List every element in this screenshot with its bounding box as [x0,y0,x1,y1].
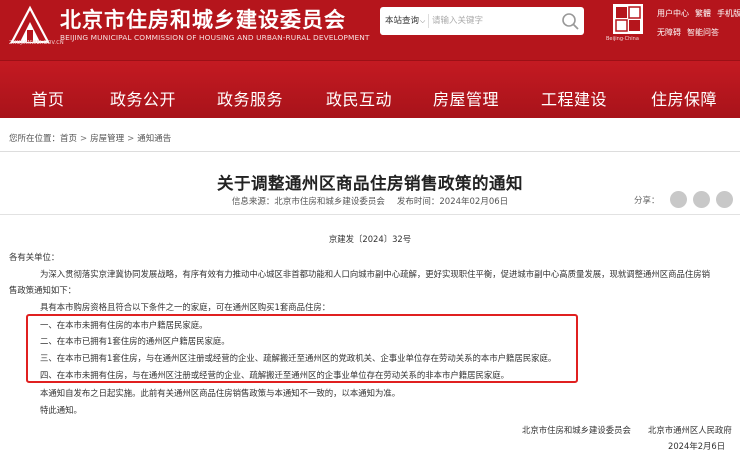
main-nav: 首页 政务公开 政务服务 政民互动 房屋管理 工程建设 住房保障 [0,60,740,118]
condition-item-4: 四、在本市未拥有住房，与在通州区注册或经营的企业、疏解搬迁至通州区的企事业单位存… [40,370,509,380]
condition-item-1: 一、在本市未拥有住房的本市户籍居民家庭。 [40,320,208,330]
smart-qa-link[interactable]: 智能问答 [687,28,719,37]
article-rule [0,214,740,215]
signer-housing-commission: 北京市住房和城乡建设委员会 [522,425,631,435]
wechat-icon[interactable] [670,191,687,208]
nav-item-gov-affairs-open[interactable]: 政务公开 [107,61,179,119]
chevron-down-icon: ⌵ [420,17,426,25]
nav-item-housing-management[interactable]: 房屋管理 [430,61,502,119]
article-meta: 信息来源：北京市住房和城乡建设委员会 发布时间：2024年02月06日 [0,195,740,207]
effective-clause: 本通知自发布之日起实施。此前有关通州区商品住房销售政策与本通知不一致的，以本通知… [40,388,401,398]
breadcrumb-housing[interactable]: 房屋管理 [90,134,124,144]
article-title: 关于调整通州区商品住房销售政策的通知 [217,174,523,193]
breadcrumb: 您所在位置：首页 > 房屋管理 > 通知通告 [9,132,171,144]
top-links-row1: 用户中心 繁體 手机版 [657,8,740,19]
nav-item-housing-security[interactable]: 住房保障 [646,61,722,119]
nav-item-construction[interactable]: 工程建设 [538,61,610,119]
breadcrumb-notices[interactable]: 通知通告 [137,134,171,144]
breadcrumb-prefix: 您所在位置： [9,134,61,144]
condition-item-3: 三、在本市已拥有1套住房，与在通州区注册或经营的企业、疏解搬迁至通州区的党政机关… [40,353,557,363]
search-scope-label: 本站查询 [385,16,420,26]
article-source: 信息来源：北京市住房和城乡建设委员会 [231,197,385,207]
document-date: 2024年2月6日 [668,441,726,451]
breadcrumb-separator: > [80,134,88,144]
accessibility-link[interactable]: 无障碍 [657,28,681,37]
nav-item-interaction[interactable]: 政民互动 [323,61,395,119]
share-label: 分享： [634,196,660,206]
condition-item-2: 二、在本市已拥有1套住房的通州区户籍居民家庭。 [40,336,230,346]
user-center-link[interactable]: 用户中心 [657,9,689,18]
nav-item-home[interactable]: 首页 [16,61,80,119]
site-title[interactable]: 北京市住房和城乡建设委员会 [60,4,346,34]
nav-item-gov-services[interactable]: 政务服务 [214,61,286,119]
salutation: 各有关单位： [9,252,60,262]
more-share-icon[interactable] [716,191,733,208]
logo-subtext: ZHUJIANWEI.GOV.CN [9,40,64,46]
search-input[interactable] [432,11,552,31]
breadcrumb-separator: > [127,134,135,144]
search-scope-select[interactable]: 本站查询⌵ [385,14,425,26]
traditional-chinese-link[interactable]: 繁體 [695,9,711,18]
capital-seal-icon [613,4,643,34]
signer-tongzhou-government: 北京市通州区人民政府 [648,425,732,435]
breadcrumb-home[interactable]: 首页 [60,134,77,144]
seal-caption: Beijing·China [606,36,639,42]
breadcrumb-divider [0,151,740,152]
condition-intro: 具有本市购房资格且符合以下条件之一的家庭，可在通州区购买1套商品住房： [40,302,331,312]
document-number: 京建发〔2024〕32号 [328,234,412,244]
search-icon[interactable] [559,10,581,32]
site-header: ZHUJIANWEI.GOV.CN 北京市住房和城乡建设委员会 BEIJING … [0,0,740,60]
article-date: 发布时间：2024年02月06日 [396,197,509,207]
intro-paragraph-line1: 为深入贯彻落实京津冀协同发展战略，有序有效有力推动中心城区非首都功能和人口向城市… [40,269,710,279]
weibo-icon[interactable] [693,191,710,208]
intro-paragraph-line2: 售政策通知如下： [9,285,76,295]
search-divider [428,14,429,28]
search-box: 本站查询⌵ [380,7,584,35]
mobile-version-link[interactable]: 手机版 [717,9,740,18]
site-title-en: BEIJING MUNICIPAL COMMISSION OF HOUSING … [60,33,370,42]
top-links-row2: 无障碍 智能问答 [657,27,725,38]
closing-line: 特此通知。 [40,405,82,415]
